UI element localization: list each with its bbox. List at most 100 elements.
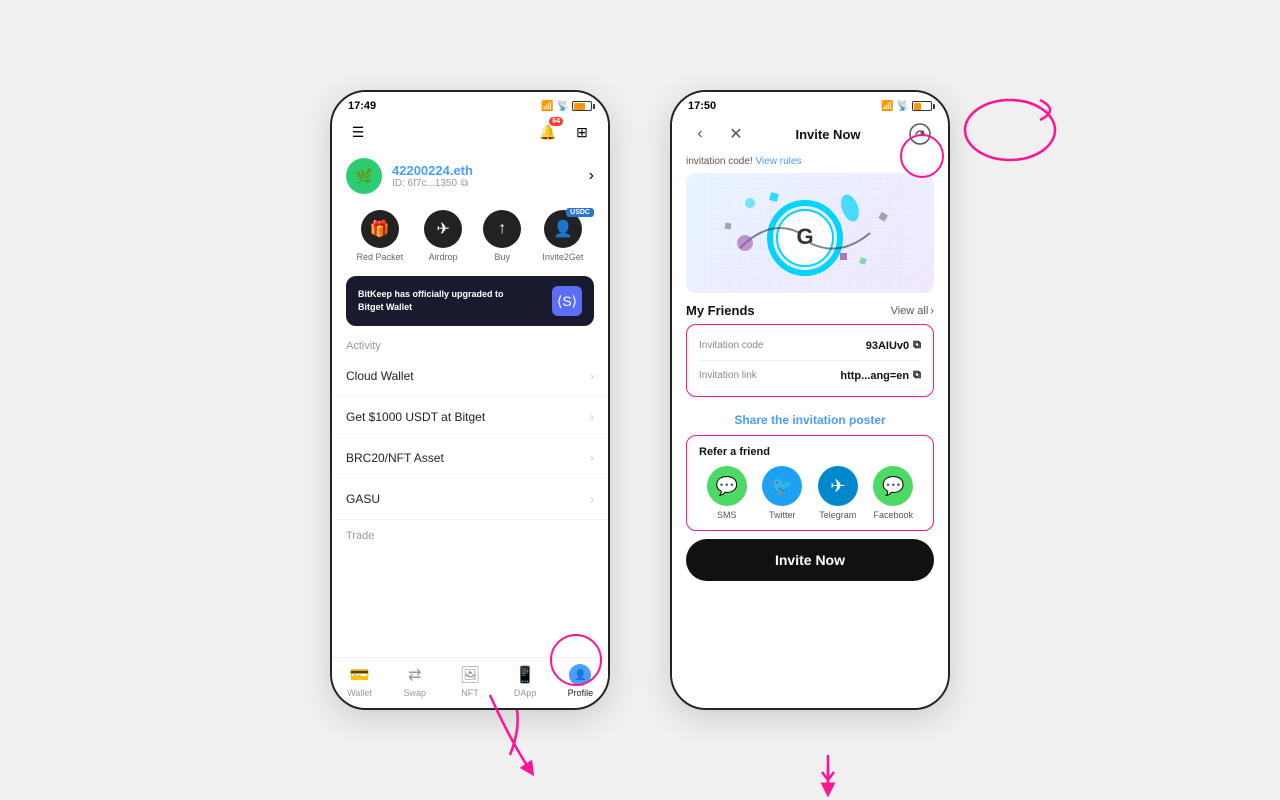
nav-profile[interactable]: 👤 Profile bbox=[558, 664, 602, 698]
invitation-link-row: Invitation link http...ang=en ⧉ bbox=[699, 365, 921, 386]
invitation-link-value: http...ang=en ⧉ bbox=[840, 369, 921, 382]
red-packet-icon: 🎁 bbox=[361, 210, 399, 248]
account-name: 42200224.eth bbox=[392, 163, 579, 178]
wifi-icon-2: 📡 bbox=[897, 101, 909, 112]
phone2-content: ‹ ✕ Invite Now invitation code! View rul… bbox=[672, 116, 948, 708]
notification-icon[interactable]: 🔔 64 bbox=[536, 120, 560, 144]
social-twitter[interactable]: 🐦 Twitter bbox=[762, 466, 802, 520]
list-item-usdt[interactable]: Get $1000 USDT at Bitget › bbox=[332, 397, 608, 438]
svg-text:G: G bbox=[796, 224, 813, 249]
wifi-icon: 📡 bbox=[557, 101, 569, 112]
phone2-frame: 17:50 📶 📡 ‹ ✕ Invite Now invita bbox=[670, 90, 950, 710]
close-icon[interactable]: ✕ bbox=[722, 120, 750, 148]
friends-header: My Friends View all › bbox=[672, 293, 948, 324]
account-id: ID: 6f7c...1350 ⧉ bbox=[392, 178, 579, 189]
telegram-label: Telegram bbox=[819, 510, 856, 520]
copy-code-icon[interactable]: ⧉ bbox=[913, 339, 921, 352]
notification-badge: 64 bbox=[549, 117, 563, 126]
nav-nft[interactable]: 🖼 NFT bbox=[448, 664, 492, 698]
social-telegram[interactable]: ✈ Telegram bbox=[818, 466, 858, 520]
nav-swap[interactable]: ⇄ Swap bbox=[393, 664, 437, 698]
list-item-cloud-wallet[interactable]: Cloud Wallet › bbox=[332, 356, 608, 397]
status-icons-1: 📶 📡 bbox=[541, 101, 592, 112]
copy-link-icon[interactable]: ⧉ bbox=[913, 369, 921, 382]
dapp-icon: 📱 bbox=[514, 664, 536, 686]
invite-now-title: Invite Now bbox=[758, 127, 898, 142]
social-sms[interactable]: 💬 SMS bbox=[707, 466, 747, 520]
topbar-left: ☰ bbox=[346, 120, 370, 144]
invite-text: invitation code! View rules bbox=[672, 156, 948, 173]
chevron-icon-4: › bbox=[590, 492, 594, 506]
back-icon[interactable]: ‹ bbox=[686, 120, 714, 148]
account-chevron: › bbox=[589, 167, 594, 185]
sms-label: SMS bbox=[717, 510, 737, 520]
account-row[interactable]: 🌿 42200224.eth ID: 6f7c...1350 ⧉ › bbox=[332, 152, 608, 200]
layout-icon[interactable]: ⊞ bbox=[570, 120, 594, 144]
usdc-badge: USDC bbox=[566, 208, 594, 217]
phone1-content: ☰ 🔔 64 ⊞ 🌿 42200224.eth ID: 6f7c...1350 … bbox=[332, 116, 608, 657]
copy-icon[interactable]: ⧉ bbox=[461, 178, 468, 189]
action-label-1: Red Packet bbox=[357, 252, 404, 262]
trade-section-title: Trade bbox=[332, 520, 608, 546]
nav-dapp[interactable]: 📱 DApp bbox=[503, 664, 547, 698]
twitter-icon: 🐦 bbox=[762, 466, 802, 506]
invite-now-button[interactable]: Invite Now bbox=[686, 539, 934, 581]
battery-icon-2 bbox=[912, 101, 932, 111]
chevron-icon-2: › bbox=[590, 410, 594, 424]
phone1-frame: 17:49 📶 📡 ☰ 🔔 64 ⊞ 🌿 bbox=[330, 90, 610, 710]
signal-icon-2: 📶 bbox=[881, 101, 893, 112]
invitation-code-label: Invitation code bbox=[699, 340, 764, 351]
action-buy[interactable]: ↑ Buy bbox=[483, 210, 521, 262]
buy-icon: ↑ bbox=[483, 210, 521, 248]
account-info: 42200224.eth ID: 6f7c...1350 ⧉ bbox=[392, 163, 579, 189]
action-invite2get[interactable]: 👤 Invite2Get bbox=[542, 210, 583, 262]
view-all-link[interactable]: View all › bbox=[891, 305, 934, 317]
view-rules-link[interactable]: View rules bbox=[756, 156, 802, 167]
invite-illustration: G bbox=[686, 173, 934, 293]
bottom-nav: 💳 Wallet ⇄ Swap 🖼 NFT 📱 DApp 👤 Profile bbox=[332, 657, 608, 708]
social-facebook[interactable]: 💬 Facebook bbox=[873, 466, 913, 520]
invitation-code-row: Invitation code 93AIUv0 ⧉ bbox=[699, 335, 921, 356]
nav-label-wallet: Wallet bbox=[347, 688, 372, 698]
nav-label-nft: NFT bbox=[461, 688, 479, 698]
action-label-4: Invite2Get bbox=[542, 252, 583, 262]
nft-icon: 🖼 bbox=[459, 664, 481, 686]
refer-box: Refer a friend 💬 SMS 🐦 Twitter ✈ Telegra… bbox=[686, 435, 934, 531]
share-refresh-icon[interactable] bbox=[906, 120, 934, 148]
signal-icon: 📶 bbox=[541, 101, 553, 112]
page-annotations bbox=[0, 0, 1280, 800]
airdrop-icon: ✈ bbox=[424, 210, 462, 248]
nav-wallet[interactable]: 💳 Wallet bbox=[338, 664, 382, 698]
chevron-icon-3: › bbox=[590, 451, 594, 465]
activity-section-title: Activity bbox=[332, 330, 608, 356]
profile-avatar: 👤 bbox=[569, 664, 591, 686]
share-poster-button[interactable]: Share the invitation poster bbox=[672, 405, 948, 435]
wallet-icon: 💳 bbox=[349, 664, 371, 686]
battery-icon bbox=[572, 101, 592, 111]
chevron-icon-1: › bbox=[590, 369, 594, 383]
list-item-brc20[interactable]: BRC20/NFT Asset › bbox=[332, 438, 608, 479]
upgrade-banner[interactable]: BitKeep has officially upgraded to Bitge… bbox=[346, 276, 594, 326]
invite-code-box: Invitation code 93AIUv0 ⧉ Invitation lin… bbox=[686, 324, 934, 397]
banner-logo: ⟨S⟩ bbox=[552, 286, 582, 316]
menu-icon[interactable]: ☰ bbox=[346, 120, 370, 144]
action-label-3: Buy bbox=[495, 252, 511, 262]
invitation-code-value: 93AIUv0 ⧉ bbox=[866, 339, 921, 352]
sms-icon: 💬 bbox=[707, 466, 747, 506]
phone2-topbar: ‹ ✕ Invite Now bbox=[672, 116, 948, 156]
status-bar-2: 17:50 📶 📡 bbox=[672, 92, 948, 116]
view-all-chevron: › bbox=[930, 305, 934, 317]
topbar-right: 🔔 64 ⊞ bbox=[536, 120, 594, 144]
time-1: 17:49 bbox=[348, 100, 376, 112]
nav-label-profile: Profile bbox=[568, 688, 594, 698]
telegram-icon: ✈ bbox=[818, 466, 858, 506]
status-bar-1: 17:49 📶 📡 bbox=[332, 92, 608, 116]
status-icons-2: 📶 📡 bbox=[881, 101, 932, 112]
invitation-link-label: Invitation link bbox=[699, 370, 757, 381]
facebook-label: Facebook bbox=[873, 510, 913, 520]
action-red-packet[interactable]: 🎁 Red Packet bbox=[357, 210, 404, 262]
social-icons: 💬 SMS 🐦 Twitter ✈ Telegram 💬 Facebook bbox=[699, 466, 921, 520]
action-airdrop[interactable]: ✈ Airdrop bbox=[424, 210, 462, 262]
friends-title: My Friends bbox=[686, 303, 755, 318]
list-item-gasu[interactable]: GASU › bbox=[332, 479, 608, 520]
